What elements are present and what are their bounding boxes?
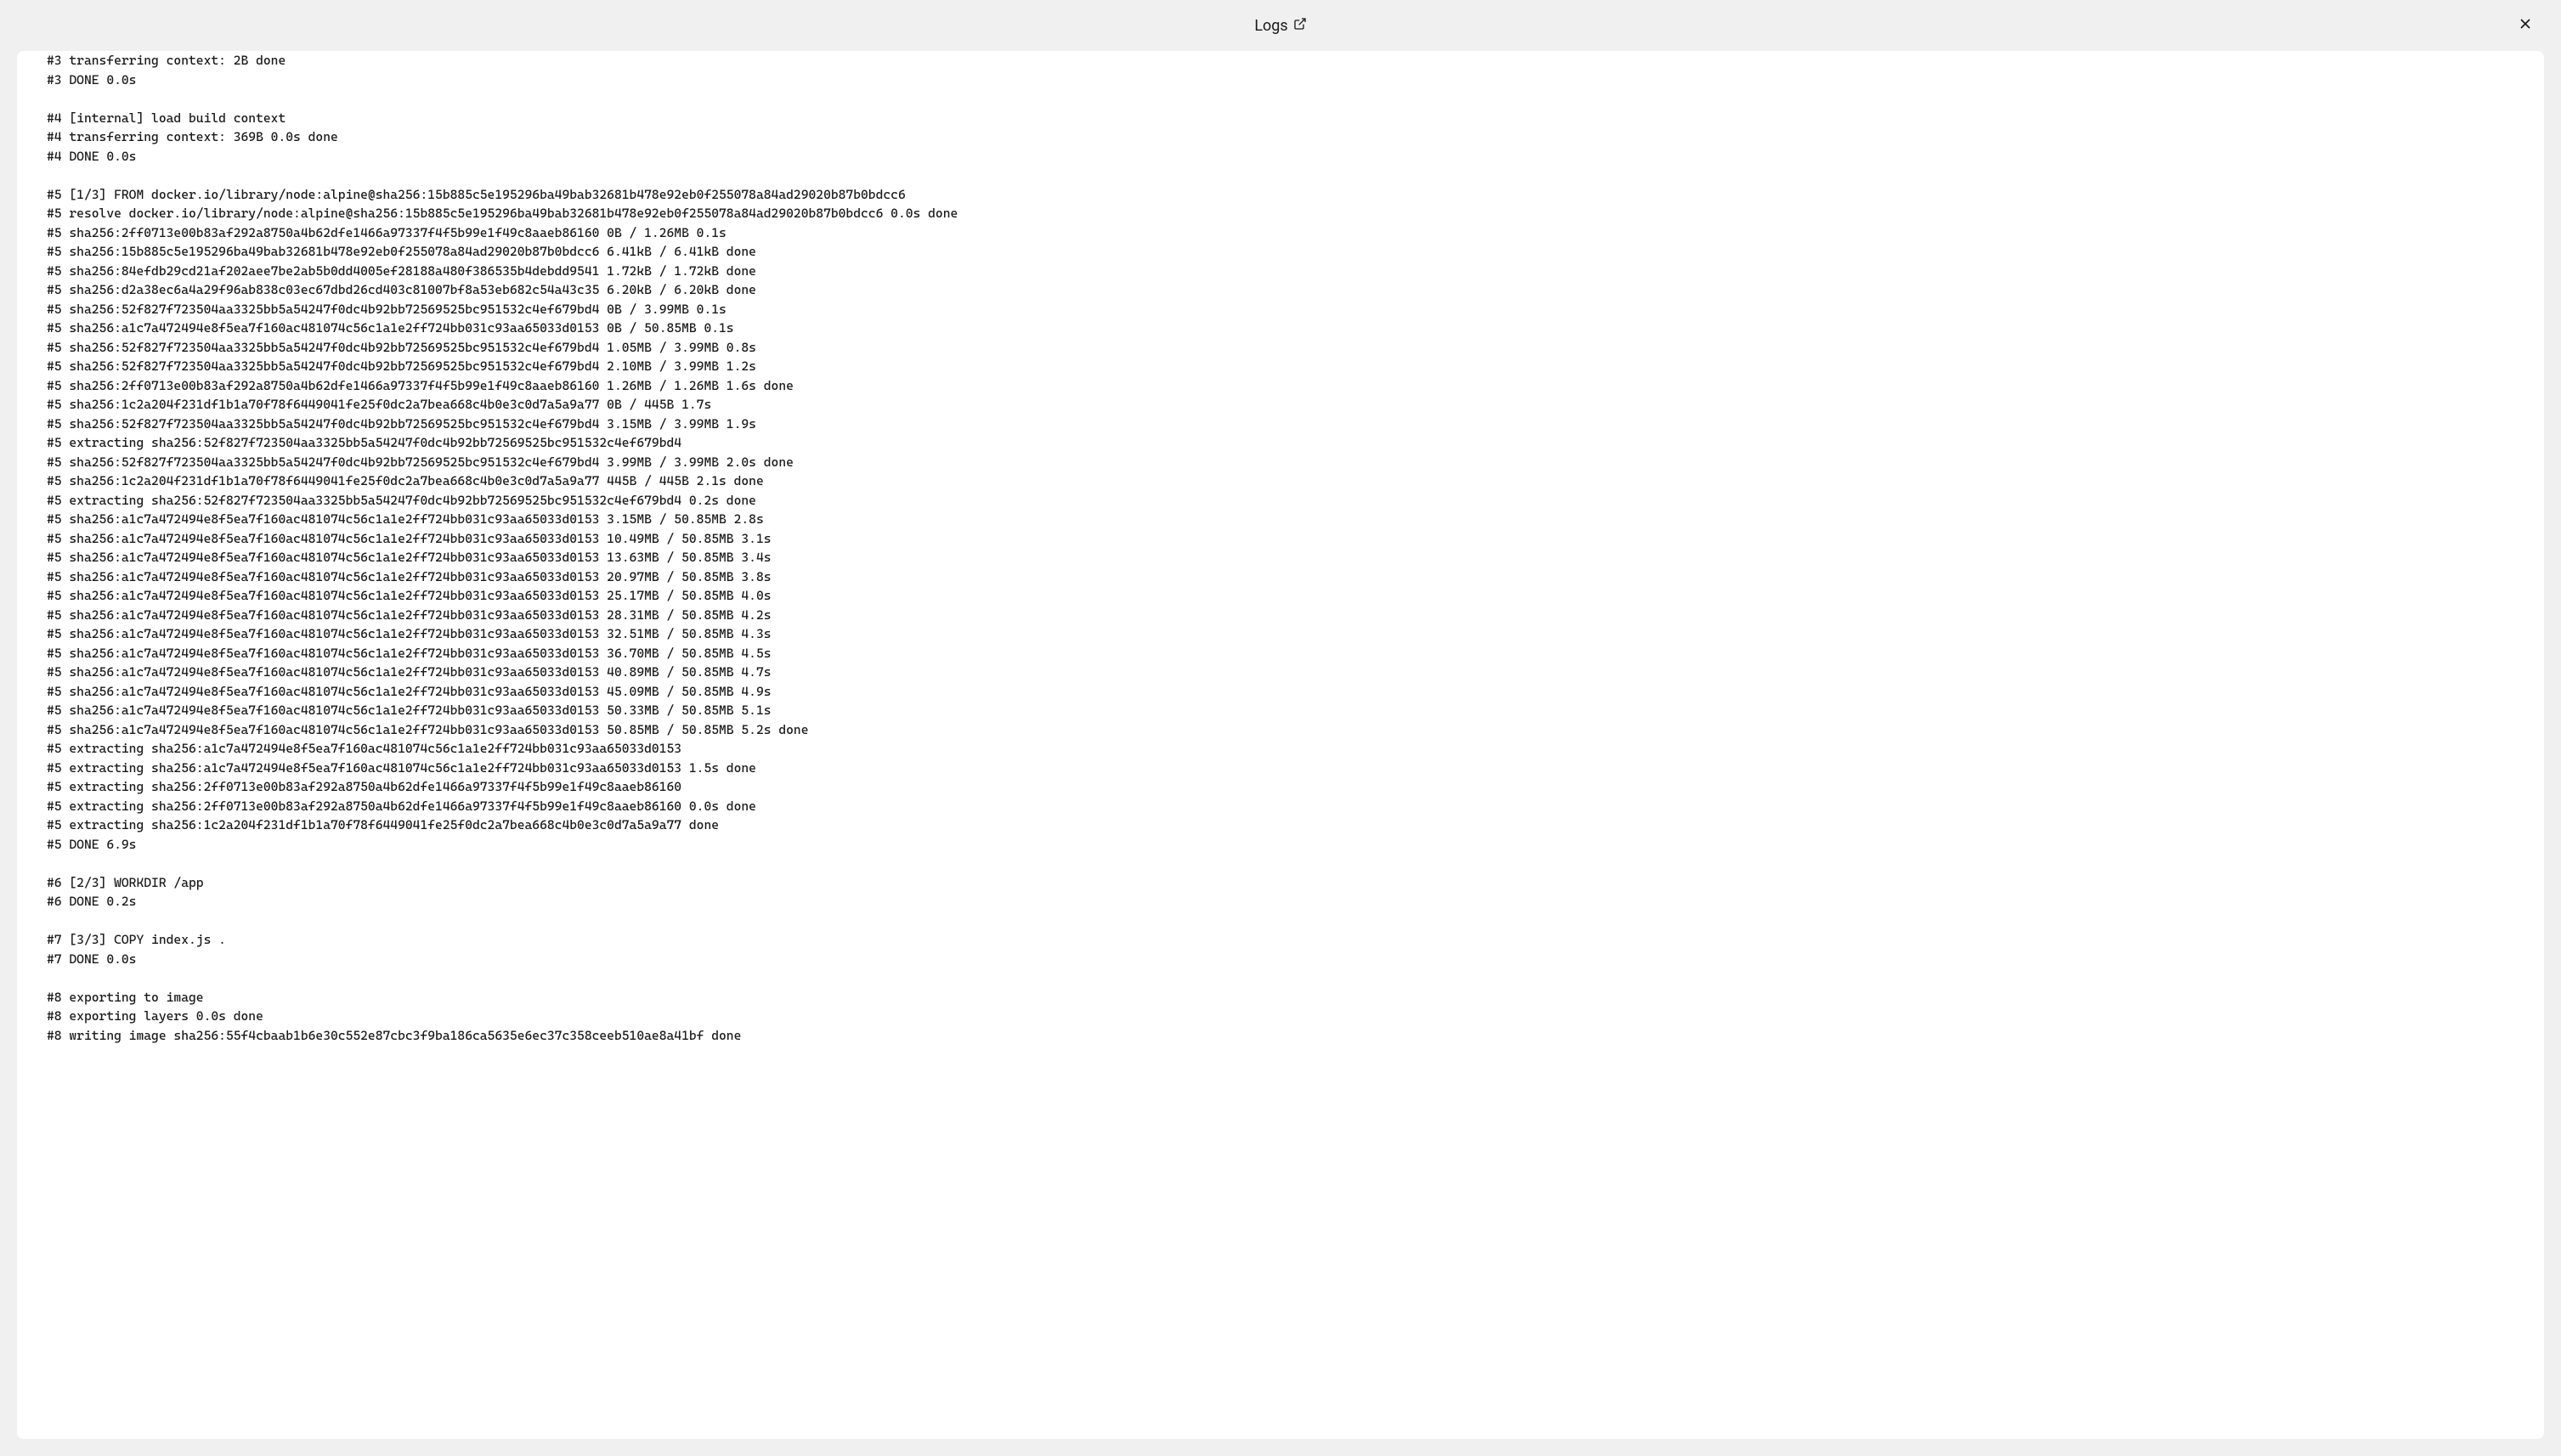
log-scroll-container[interactable]: #3 transferring context: 2B done #3 DONE… bbox=[17, 51, 2544, 1439]
header-title-text: Logs bbox=[1254, 17, 1287, 35]
logs-header: Logs bbox=[0, 0, 2561, 51]
logs-title-link[interactable]: Logs bbox=[1254, 17, 1306, 35]
close-button[interactable] bbox=[2515, 15, 2536, 36]
external-link-icon bbox=[1293, 17, 1307, 35]
log-output: #3 transferring context: 2B done #3 DONE… bbox=[47, 51, 2514, 1045]
close-icon bbox=[2517, 15, 2534, 36]
